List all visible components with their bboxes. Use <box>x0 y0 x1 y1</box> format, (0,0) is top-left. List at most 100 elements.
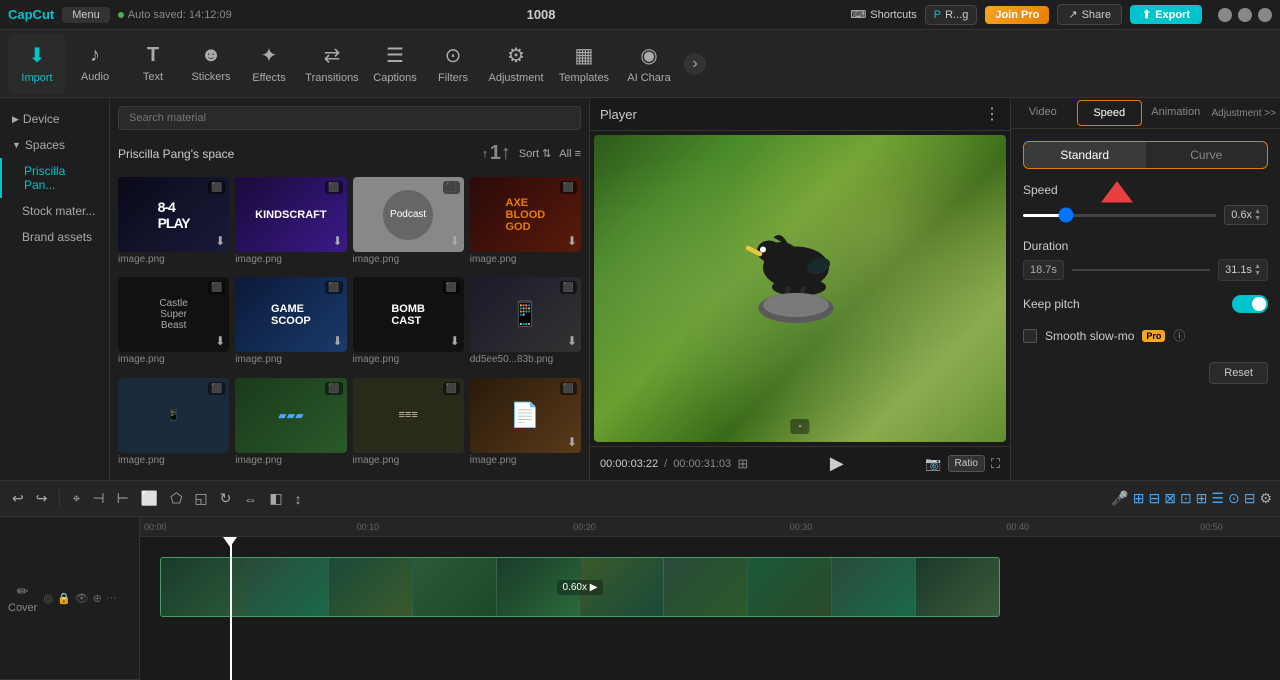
reset-button[interactable]: Reset <box>1209 362 1268 384</box>
player-timecode: 00:00:03:22 / 00:00:31:03 ⊞ <box>600 456 748 472</box>
media-overlay-icon: ⬛ <box>325 281 342 294</box>
menu-button[interactable]: Menu <box>62 7 110 23</box>
tool-filters[interactable]: ⊙ Filters <box>424 34 482 94</box>
export-button[interactable]: ⬆ Export <box>1130 5 1202 24</box>
sidebar-item-stock[interactable]: Stock mater... <box>0 198 109 224</box>
media-item[interactable]: ≡≡≡ ⬛ image.png <box>353 378 464 472</box>
tab-animation[interactable]: Animation <box>1144 98 1208 128</box>
close-button[interactable] <box>1258 8 1272 22</box>
track-lock-icon[interactable]: ◎ <box>43 592 53 605</box>
media-item[interactable]: 📱 ⬛ image.png <box>118 378 229 472</box>
tab-speed[interactable]: Speed <box>1077 100 1143 126</box>
tab-adjustment[interactable]: Adjustment >> <box>1208 100 1280 127</box>
share-button[interactable]: ↗ Share <box>1057 4 1122 25</box>
grid-view-icon[interactable]: ⊞ <box>737 456 748 472</box>
media-item[interactable]: AXEBLOODGOD ⬛ ⬇ image.png <box>470 177 581 271</box>
mask-button[interactable]: ◱ <box>190 486 211 511</box>
track-eye-icon[interactable]: 👁 <box>75 592 89 605</box>
track-add-icon[interactable]: ⊕ <box>93 592 102 605</box>
speed-value-arrows[interactable]: ▲▼ <box>1254 208 1261 222</box>
app-logo: CapCut <box>8 7 54 22</box>
speed-slider[interactable] <box>1023 214 1216 217</box>
trim-right-button[interactable]: ⊢ <box>113 486 133 511</box>
tool-import[interactable]: ⬇ Import <box>8 34 66 94</box>
right-panel-tabs: Video Speed Animation Adjustment >> <box>1011 98 1280 129</box>
tool-captions[interactable]: ☰ Captions <box>366 34 424 94</box>
tl-settings-button[interactable]: ⚙ <box>1259 490 1272 507</box>
sidebar-item-priscilla[interactable]: Priscilla Pan... <box>0 158 109 198</box>
join-pro-button[interactable]: Join Pro <box>985 6 1049 24</box>
transform-button[interactable]: ↕ <box>291 487 306 511</box>
track-more-icon[interactable]: ··· <box>106 592 117 604</box>
all-filter-button[interactable]: All ≡ <box>559 148 581 160</box>
transitions-icon: ⇄ <box>324 43 341 68</box>
media-item[interactable]: GAMESCOOP ⬛ ⬇ image.png <box>235 277 346 371</box>
tool-stickers[interactable]: ☻ Stickers <box>182 34 240 94</box>
tool-templates[interactable]: ▦ Templates <box>550 34 618 94</box>
tool-text[interactable]: T Text <box>124 34 182 94</box>
info-icon[interactable]: ⓘ <box>1173 327 1185 344</box>
sidebar-item-brand-assets[interactable]: Brand assets <box>0 224 109 250</box>
tool-effects[interactable]: ✦ Effects <box>240 34 298 94</box>
media-item[interactable]: 📄 ⬛ ⬇ image.png <box>470 378 581 472</box>
tl-action-7[interactable]: ⊙ <box>1228 490 1240 507</box>
shape-button[interactable]: ⬠ <box>166 486 186 511</box>
media-filename: image.png <box>235 254 346 265</box>
toggle-thumb <box>1252 297 1266 311</box>
rotate-button[interactable]: ↻ <box>216 486 236 511</box>
shortcuts-button[interactable]: ⌨ Shortcuts <box>850 8 916 21</box>
video-clip[interactable]: 0.60x ▶ <box>160 557 1000 617</box>
track-visibility-icon[interactable]: 🔒 <box>57 592 71 605</box>
ratio-button[interactable]: Ratio <box>948 455 985 472</box>
sidebar: ▶ Device ▼ Spaces Priscilla Pan... Stock… <box>0 98 110 480</box>
media-item[interactable]: Podcast ⬛ ⬇ image.png <box>353 177 464 271</box>
sidebar-item-device[interactable]: ▶ Device <box>0 106 109 132</box>
duration-arrows[interactable]: ▲▼ <box>1254 263 1261 277</box>
toolbar-more-button[interactable]: › <box>684 53 706 75</box>
media-item[interactable]: 📱 ⬛ ⬇ dd5ee50...83b.png <box>470 277 581 371</box>
keep-pitch-toggle[interactable] <box>1232 295 1268 313</box>
crop-button[interactable]: ⬜ <box>137 486 162 511</box>
playhead-marker <box>230 537 232 680</box>
tool-audio[interactable]: ♪ Audio <box>66 34 124 94</box>
media-download-icon: ⬇ <box>215 234 225 248</box>
media-thumbnail: KINDSCRAFT ⬛ ⬇ <box>235 177 346 252</box>
speed-mode-curve[interactable]: Curve <box>1146 142 1268 168</box>
search-input[interactable] <box>118 106 581 130</box>
upload-button[interactable]: ↑⬆ 1↑ <box>482 142 511 165</box>
tab-video[interactable]: Video <box>1011 98 1075 128</box>
play-button[interactable]: ▶ <box>830 453 844 474</box>
tl-action-6[interactable]: ☰ <box>1211 490 1224 507</box>
media-item[interactable]: CastleSuperBeast ⬛ ⬇ image.png <box>118 277 229 371</box>
color-button[interactable]: ◧ <box>265 486 286 511</box>
microphone-button[interactable]: 🎤 <box>1111 490 1128 507</box>
tool-adjustment[interactable]: ⚙ Adjustment <box>482 34 550 94</box>
undo-button[interactable]: ↩ <box>8 486 28 511</box>
sidebar-item-spaces[interactable]: ▼ Spaces <box>0 132 109 158</box>
smooth-checkbox[interactable] <box>1023 329 1037 343</box>
trim-left-button[interactable]: ⊣ <box>88 486 108 511</box>
media-item[interactable]: 8-4PLAY ⬛ ⬇ image.png <box>118 177 229 271</box>
redo-button[interactable]: ↪ <box>32 486 52 511</box>
screenshot-button[interactable]: 📷 <box>925 456 941 472</box>
player-menu-icon[interactable]: ⋮ <box>984 104 1000 124</box>
media-item[interactable]: ▰▰▰ ⬛ image.png <box>235 378 346 472</box>
minimize-button[interactable] <box>1218 8 1232 22</box>
speed-mode-standard[interactable]: Standard <box>1024 142 1146 168</box>
tl-action-2[interactable]: ⊟ <box>1148 490 1160 507</box>
tl-action-1[interactable]: ⊞ <box>1133 490 1145 507</box>
tl-action-8[interactable]: ⊟ <box>1244 490 1256 507</box>
sort-button[interactable]: Sort ⇅ <box>519 147 551 160</box>
rang-button[interactable]: P R...g <box>925 5 978 25</box>
fullscreen-button[interactable]: ⛶ <box>991 456 1000 472</box>
media-item[interactable]: BOMBCAST ⬛ ⬇ image.png <box>353 277 464 371</box>
maximize-button[interactable] <box>1238 8 1252 22</box>
flip-button[interactable]: ⇔ <box>239 487 261 511</box>
tool-transitions[interactable]: ⇄ Transitions <box>298 34 366 94</box>
tool-ai-chara[interactable]: ◉ AI Chara <box>618 34 680 94</box>
split-button[interactable]: ⌖ <box>68 486 84 511</box>
tl-action-4[interactable]: ⊡ <box>1180 490 1192 507</box>
tl-action-5[interactable]: ⊞ <box>1196 490 1208 507</box>
media-item[interactable]: KINDSCRAFT ⬛ ⬇ image.png <box>235 177 346 271</box>
tl-action-3[interactable]: ⊠ <box>1164 490 1176 507</box>
